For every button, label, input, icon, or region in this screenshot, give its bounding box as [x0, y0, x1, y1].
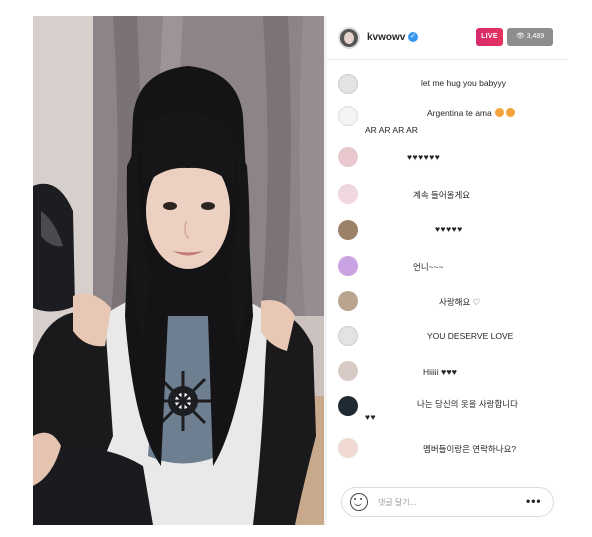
comment-input[interactable]: 댓글 달기... •••: [341, 487, 554, 517]
host-avatar[interactable]: [338, 27, 360, 49]
live-video[interactable]: [33, 16, 324, 525]
comment-text: Hiiiii ♥♥♥: [423, 367, 457, 377]
heart-eyes-emoji-icon: [495, 108, 505, 117]
comment-text: ♥♥♥♥♥♥: [407, 152, 441, 162]
comment-text: YOU DESERVE LOVE: [427, 331, 514, 341]
comment-row: ♥♥♥♥♥♥: [327, 144, 567, 170]
comment-text-main: Hiiiii: [423, 367, 439, 377]
eye-icon: 👁: [515, 33, 525, 40]
comment-text: Argentina te ama: [427, 108, 516, 118]
comment-hearts: ♥♥♥: [440, 367, 457, 377]
comment-row: 언니~~~: [327, 254, 567, 280]
emoji-smiley-icon[interactable]: [350, 493, 368, 511]
commenter-avatar[interactable]: [338, 326, 358, 346]
comment-row: Hiiiii ♥♥♥: [327, 358, 567, 384]
verified-badge-icon: ✓: [408, 32, 418, 42]
comment-text: ♥♥♥♥♥: [435, 224, 463, 234]
comment-placeholder: 댓글 달기...: [378, 498, 417, 507]
comment-row: 멤버들이랑은 연락하나요?: [327, 434, 567, 464]
comment-text: 사랑해요 ♡: [439, 297, 481, 307]
commenter-avatar[interactable]: [338, 438, 358, 458]
comment-text: 나는 당신의 옷을 사랑합니다: [417, 399, 518, 409]
more-options-button[interactable]: •••: [526, 494, 542, 508]
comment-text-main: Argentina te ama: [427, 108, 492, 118]
streamer-video-frame: [33, 16, 324, 525]
commenter-avatar[interactable]: [338, 147, 358, 167]
commenter-avatar[interactable]: [338, 184, 358, 204]
commenter-avatar[interactable]: [338, 396, 358, 416]
comment-text: 멤버들이랑은 연락하나요?: [423, 444, 517, 454]
comment-row: 계속 들어올게요: [327, 182, 567, 208]
comment-row: ♥♥♥♥♥: [327, 216, 567, 244]
commenter-avatar[interactable]: [338, 361, 358, 381]
comment-row: let me hug you babyyy: [327, 72, 567, 96]
live-badge: LIVE: [476, 28, 503, 46]
viewer-count-badge[interactable]: 👁 3,489: [507, 28, 553, 46]
heart-eyes-emoji-icon: [506, 108, 516, 117]
comment-row: 나는 당신의 옷을 사랑합니다 ♥♥: [327, 392, 567, 428]
comment-row: Argentina te ama AR AR AR AR: [327, 104, 567, 138]
commenter-avatar[interactable]: [338, 291, 358, 311]
viewer-count: 3,489: [526, 33, 545, 40]
host-username[interactable]: kvwowv: [367, 32, 405, 43]
commenter-avatar[interactable]: [338, 106, 358, 126]
comment-row: YOU DESERVE LOVE: [327, 324, 567, 350]
comment-text: 계속 들어올게요: [413, 190, 471, 200]
commenter-avatar[interactable]: [338, 74, 358, 94]
live-header: kvwowv ✓ LIVE 👁 3,489: [327, 16, 567, 60]
commenter-avatar[interactable]: [338, 220, 358, 240]
live-chat-panel: kvwowv ✓ LIVE 👁 3,489 let me hug you bab…: [327, 16, 567, 525]
commenter-avatar[interactable]: [338, 256, 358, 276]
comment-hearts: ♥♥: [365, 412, 377, 422]
comment-text-tail: AR AR AR AR: [365, 125, 418, 135]
comment-text: let me hug you babyyy: [421, 78, 507, 88]
comment-text: 언니~~~: [413, 262, 444, 272]
comment-footer: 댓글 달기... •••: [327, 482, 567, 525]
comment-row: 사랑해요 ♡: [327, 288, 567, 314]
